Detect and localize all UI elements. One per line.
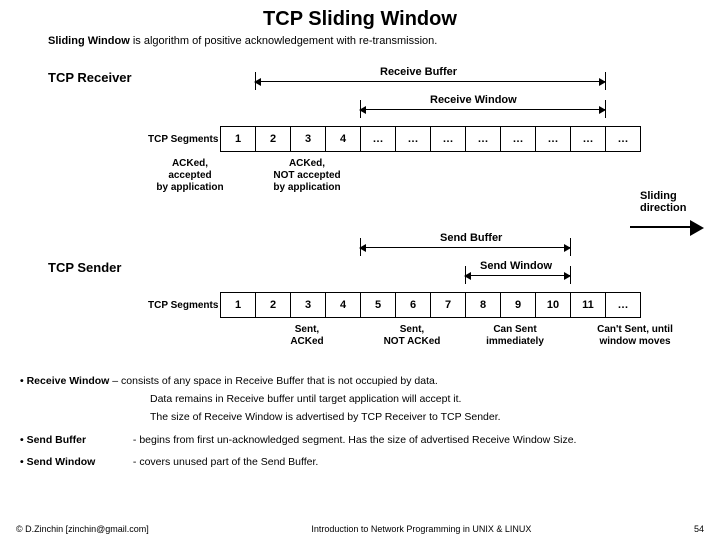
- send-cell-5: 6: [395, 292, 431, 318]
- recv-cell-1: 2: [255, 126, 291, 152]
- footer: © D.Zinchin [zinchin@gmail.com] Introduc…: [0, 524, 720, 534]
- send-cell-1: 2: [255, 292, 291, 318]
- recv-cell-10: …: [570, 126, 606, 152]
- send-annot-d: Can't Sent, until window moves: [575, 324, 695, 348]
- send-cell-2: 3: [290, 292, 326, 318]
- send-window-label: Send Window: [480, 260, 552, 272]
- receiver-seg-label: TCP Segments: [148, 134, 218, 145]
- recv-cell-6: …: [430, 126, 466, 152]
- bullet1-l3: The size of Receive Window is advertised…: [20, 410, 700, 424]
- recv-cell-0: 1: [220, 126, 256, 152]
- footer-right: 54: [694, 524, 704, 534]
- send-cell-11: …: [605, 292, 641, 318]
- bullet1-l2: Data remains in Receive buffer until tar…: [20, 392, 700, 406]
- receive-window-label: Receive Window: [430, 94, 517, 106]
- sliding-direction-arrow: [690, 220, 704, 236]
- send-cell-3: 4: [325, 292, 361, 318]
- send-cell-6: 7: [430, 292, 466, 318]
- recv-cell-8: …: [500, 126, 536, 152]
- subtitle-bold: Sliding Window: [48, 35, 130, 47]
- footer-center: Introduction to Network Programming in U…: [311, 524, 531, 534]
- receive-window-arrow: [360, 109, 605, 110]
- recv-annot-mid: ACKed, NOT accepted by application: [252, 158, 362, 194]
- footer-left: © D.Zinchin [zinchin@gmail.com]: [16, 524, 149, 534]
- recv-cell-7: …: [465, 126, 501, 152]
- send-annot-a: Sent, ACKed: [252, 324, 362, 348]
- receive-buffer-label: Receive Buffer: [380, 66, 457, 78]
- recv-cell-5: …: [395, 126, 431, 152]
- bullet1-l1: – consists of any space in Receive Buffe…: [109, 375, 437, 387]
- sliding-direction-label: Sliding direction: [640, 190, 686, 214]
- bullet-block: • Receive Window – consists of any space…: [0, 368, 720, 473]
- subtitle: Sliding Window is algorithm of positive …: [0, 35, 720, 53]
- sender-cells: 1234567891011…: [220, 292, 641, 318]
- send-annot-b: Sent, NOT ACKed: [362, 324, 462, 348]
- send-window-arrow: [465, 275, 570, 276]
- send-cell-9: 10: [535, 292, 571, 318]
- send-annot-c: Can Sent immediately: [465, 324, 565, 348]
- bullet3-body: - covers unused part of the Send Buffer.: [133, 456, 318, 468]
- bullet3-head: • Send Window: [20, 455, 130, 469]
- bullet1-head: • Receive Window: [20, 375, 109, 387]
- send-cell-7: 8: [465, 292, 501, 318]
- bullet2-head: • Send Buffer: [20, 433, 130, 447]
- recv-cell-2: 3: [290, 126, 326, 152]
- receiver-cells: 1234……………………: [220, 126, 641, 152]
- sliding-direction-line: [630, 226, 690, 228]
- bullet2-body: - begins from first un-acknowledged segm…: [133, 434, 577, 446]
- subtitle-rest: is algorithm of positive acknowledgement…: [130, 35, 438, 47]
- receive-buffer-arrow: [255, 81, 605, 82]
- recv-cell-4: …: [360, 126, 396, 152]
- recv-annot-left: ACKed, accepted by application: [135, 158, 245, 194]
- recv-cell-9: …: [535, 126, 571, 152]
- send-buffer-label: Send Buffer: [440, 232, 502, 244]
- page-title: TCP Sliding Window: [0, 0, 720, 35]
- send-cell-0: 1: [220, 292, 256, 318]
- sender-seg-label: TCP Segments: [148, 300, 218, 311]
- send-cell-10: 11: [570, 292, 606, 318]
- receiver-label: TCP Receiver: [48, 70, 132, 85]
- recv-cell-3: 4: [325, 126, 361, 152]
- recv-cell-11: …: [605, 126, 641, 152]
- send-cell-8: 9: [500, 292, 536, 318]
- sender-label: TCP Sender: [48, 260, 121, 275]
- send-cell-4: 5: [360, 292, 396, 318]
- send-buffer-arrow: [360, 247, 570, 248]
